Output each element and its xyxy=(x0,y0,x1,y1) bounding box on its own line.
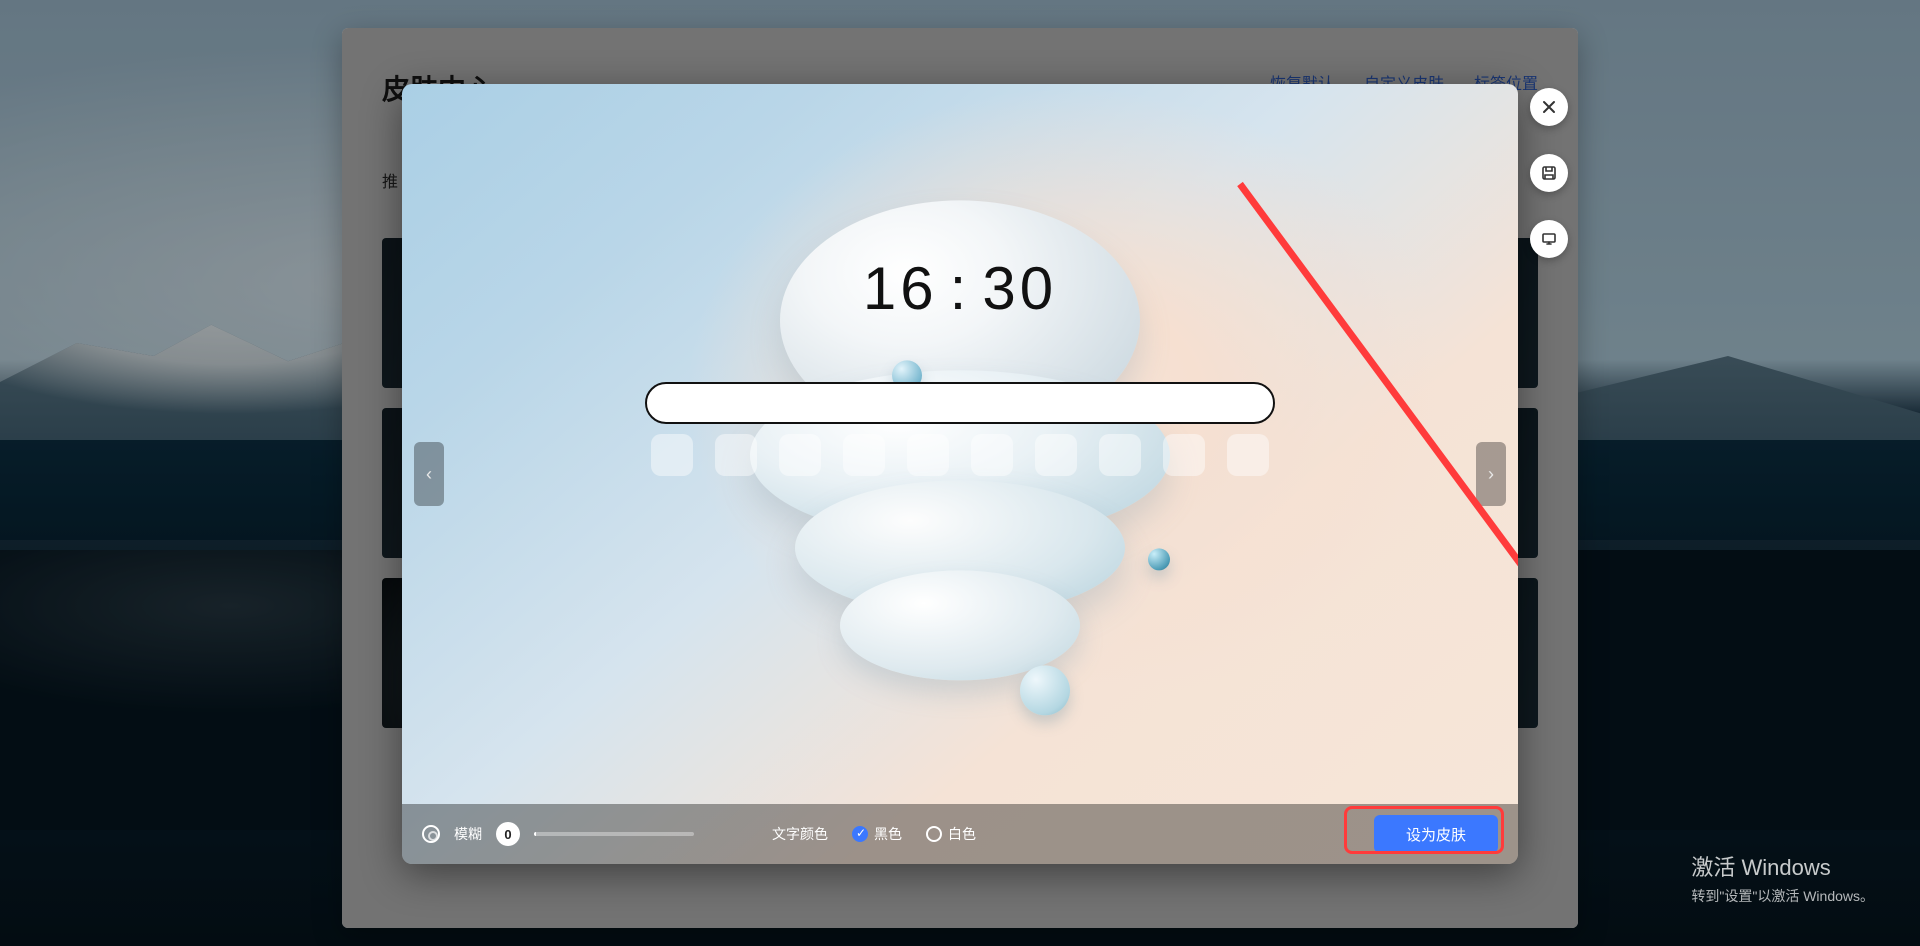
preview-shortcut xyxy=(971,434,1013,476)
text-color-black-radio[interactable]: 黑色 xyxy=(852,824,902,844)
preview-shortcut xyxy=(715,434,757,476)
art-ball xyxy=(1148,548,1170,570)
windows-activation-watermark: 激活 Windows 转到"设置"以激活 Windows。 xyxy=(1691,850,1874,906)
blur-value-badge: 0 xyxy=(496,822,520,846)
radio-label: 黑色 xyxy=(874,824,902,844)
text-color-white-radio[interactable]: 白色 xyxy=(926,824,976,844)
blur-icon xyxy=(422,825,440,843)
close-icon xyxy=(1541,99,1557,115)
radio-unchecked-icon xyxy=(926,826,942,842)
preview-bottom-bar: 模糊 0 文字颜色 黑色 白色 设为皮肤 xyxy=(402,804,1518,864)
carousel-prev-button[interactable]: ‹ xyxy=(414,442,444,506)
dialog-fab-column xyxy=(1530,88,1568,258)
desktop-icon xyxy=(1541,231,1557,247)
radio-checked-icon xyxy=(852,826,868,842)
preview-shortcut xyxy=(651,434,693,476)
apply-skin-button[interactable]: 设为皮肤 xyxy=(1374,815,1498,853)
save-icon xyxy=(1541,165,1557,181)
clock-hours: 16 xyxy=(863,255,938,322)
text-color-label: 文字颜色 xyxy=(772,824,828,844)
art-disc xyxy=(840,570,1080,680)
set-desktop-button[interactable] xyxy=(1530,220,1568,258)
radio-label: 白色 xyxy=(948,824,976,844)
preview-shortcut-row xyxy=(651,434,1269,476)
preview-shortcut xyxy=(1227,434,1269,476)
preview-shortcut xyxy=(843,434,885,476)
close-dialog-button[interactable] xyxy=(1530,88,1568,126)
preview-clock: 16:30 xyxy=(863,254,1057,323)
preview-shortcut xyxy=(1035,434,1077,476)
chevron-left-icon: ‹ xyxy=(426,464,432,485)
blur-label: 模糊 xyxy=(454,824,482,844)
preview-shortcut xyxy=(907,434,949,476)
skin-preview-dialog: 16:30 ‹ › 模糊 0 文字颜色 黑色 白色 xyxy=(402,84,1518,864)
clock-separator: : xyxy=(938,255,983,322)
watermark-line1: 激活 Windows xyxy=(1691,850,1874,882)
blur-slider[interactable] xyxy=(534,832,694,836)
chevron-right-icon: › xyxy=(1488,464,1494,485)
art-ball xyxy=(1020,665,1070,715)
preview-shortcut xyxy=(1163,434,1205,476)
clock-minutes: 30 xyxy=(982,255,1057,322)
carousel-next-button[interactable]: › xyxy=(1476,442,1506,506)
preview-shortcut xyxy=(779,434,821,476)
watermark-line2: 转到"设置"以激活 Windows。 xyxy=(1691,886,1874,906)
preview-search-bar xyxy=(645,382,1275,424)
save-skin-button[interactable] xyxy=(1530,154,1568,192)
preview-shortcut xyxy=(1099,434,1141,476)
